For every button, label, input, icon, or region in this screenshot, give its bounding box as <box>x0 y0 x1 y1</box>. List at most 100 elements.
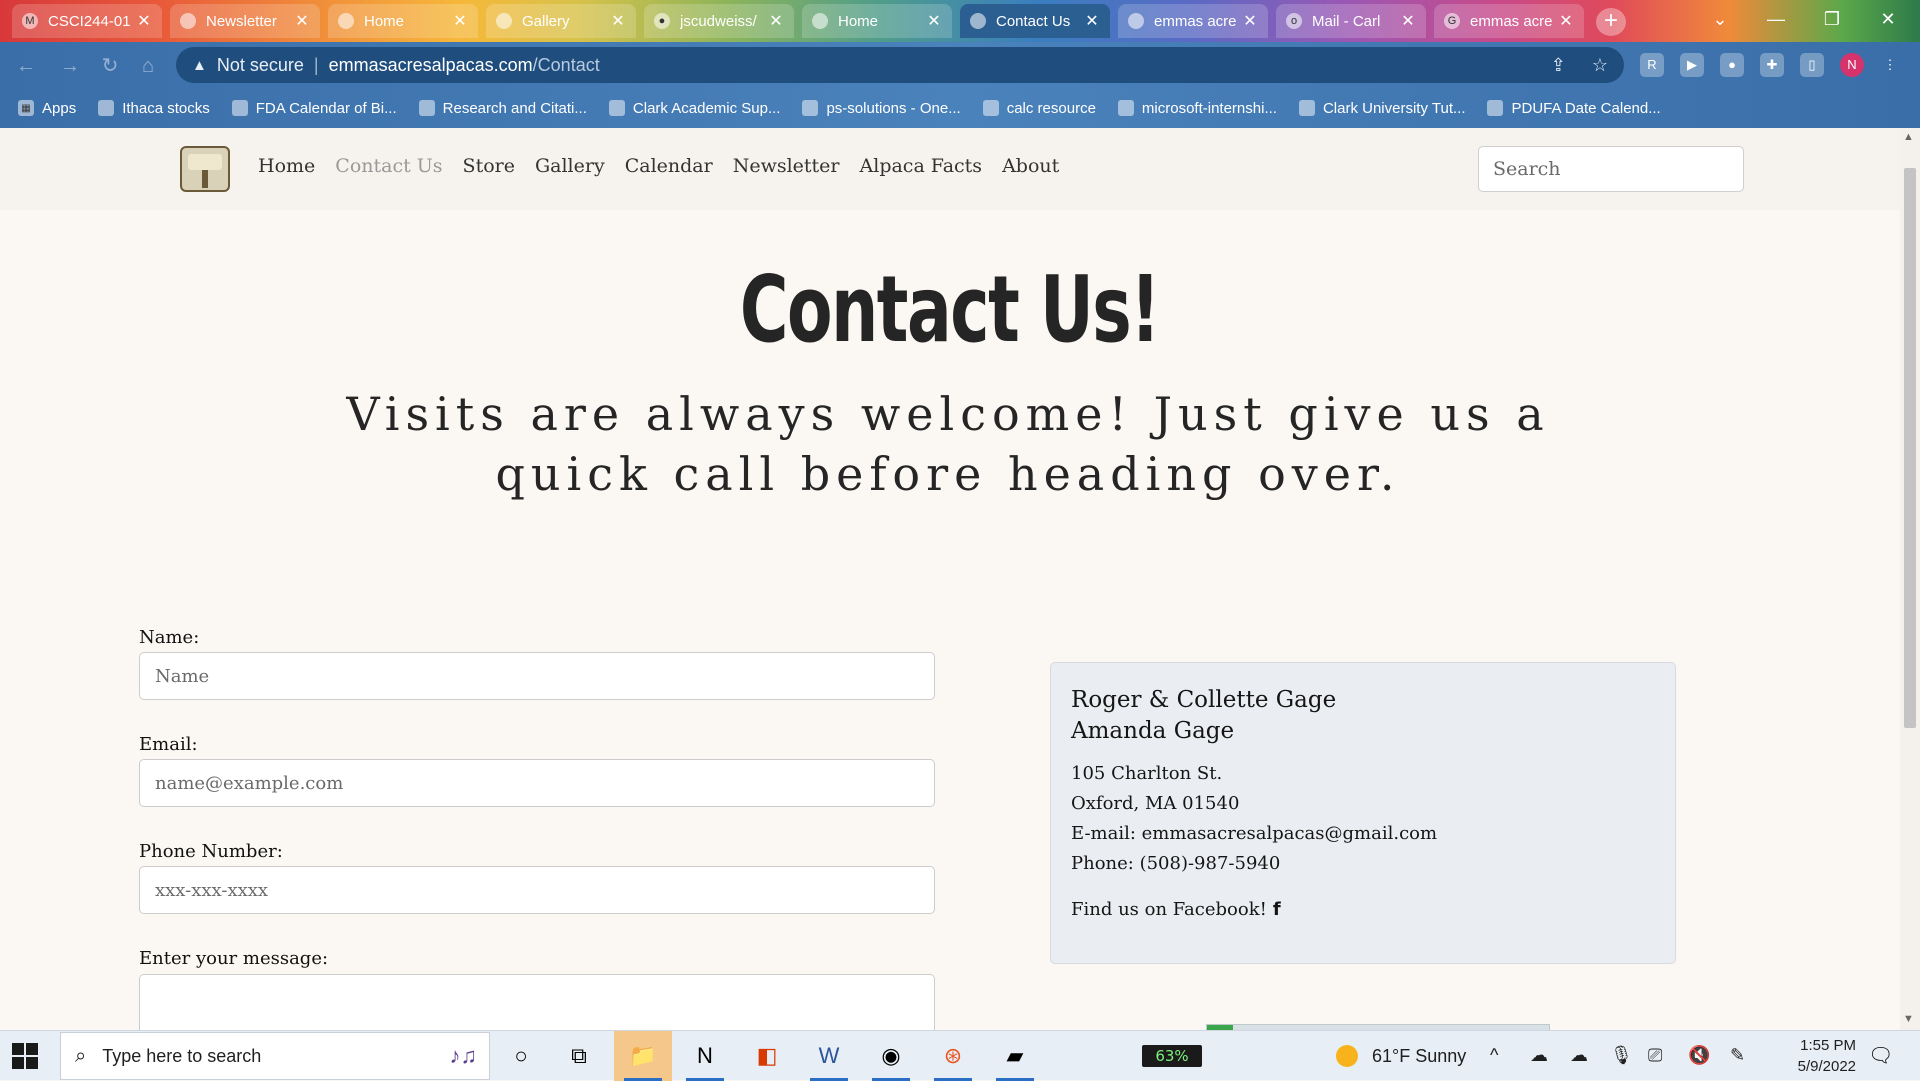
name-field[interactable] <box>139 652 935 700</box>
contact-phone[interactable]: Phone: (508)-987-5940 <box>1071 849 1655 879</box>
facebook-icon[interactable]: f <box>1273 899 1281 920</box>
back-button[interactable]: ← <box>12 52 40 80</box>
bookmark-clark-tutoring[interactable]: Clark University Tut... <box>1298 100 1465 117</box>
more-menu-icon[interactable]: ⋮ <box>1878 53 1902 77</box>
side-panel-icon[interactable]: ▯ <box>1800 53 1824 77</box>
tab-contact-us[interactable]: Contact Us ✕ <box>960 4 1110 38</box>
windows-start-icon[interactable] <box>12 1043 38 1069</box>
display-icon[interactable]: ⎚ <box>1648 1045 1662 1066</box>
extension-icon[interactable]: R <box>1640 53 1664 77</box>
page-scrollbar[interactable]: ▲ ▼ <box>1900 128 1920 1030</box>
bookmark-star-icon[interactable]: ☆ <box>1592 55 1608 76</box>
system-clock[interactable]: 1:55 PM 5/9/2022 <box>1760 1035 1856 1077</box>
nav-home[interactable]: Home <box>258 155 315 177</box>
onedrive-error-icon[interactable]: ☁ <box>1570 1045 1588 1066</box>
tab-gallery[interactable]: Gallery ✕ <box>486 4 636 38</box>
bookmark-fda-calendar[interactable]: FDA Calendar of Bi... <box>231 100 397 117</box>
volume-muted-icon[interactable]: 🔇 <box>1688 1045 1710 1066</box>
nav-calendar[interactable]: Calendar <box>625 155 713 177</box>
cortana-icon[interactable]: ○ <box>492 1031 550 1081</box>
file-explorer-icon[interactable]: 📁 <box>614 1031 672 1081</box>
close-tab-icon[interactable]: ✕ <box>294 11 310 31</box>
contact-details: 105 Charlton St. Oxford, MA 01540 E-mail… <box>1071 759 1655 879</box>
nav-newsletter[interactable]: Newsletter <box>733 155 840 177</box>
bookmark-microsoft-internship[interactable]: microsoft-internshi... <box>1117 100 1277 117</box>
task-view-icon[interactable]: ⧉ <box>550 1031 608 1081</box>
bookmark-calc-resource[interactable]: calc resource <box>982 100 1096 117</box>
pen-icon[interactable]: ✎ <box>1730 1045 1745 1066</box>
phone-field[interactable] <box>139 866 935 914</box>
url-path[interactable]: /Contact <box>533 55 600 76</box>
facebook-link[interactable]: Find us on Facebook! f <box>1071 899 1655 920</box>
tab-emmas-acres[interactable]: emmas acre ✕ <box>1118 4 1268 38</box>
notification-center-icon[interactable]: 🗨 <box>1868 1043 1893 1068</box>
message-field[interactable] <box>139 974 935 1030</box>
clock-date: 5/9/2022 <box>1797 1058 1856 1075</box>
nav-alpaca-facts[interactable]: Alpaca Facts <box>860 155 983 177</box>
profile-avatar[interactable]: N <box>1840 53 1864 77</box>
bookmark-apps[interactable]: ▦ Apps <box>18 100 76 117</box>
tab-newsletter[interactable]: Newsletter ✕ <box>170 4 320 38</box>
tab-mail[interactable]: o Mail - Carl ✕ <box>1276 4 1426 38</box>
forward-button[interactable]: → <box>56 52 84 80</box>
bookmark-ithaca-stocks[interactable]: Ithaca stocks <box>98 100 210 117</box>
taskbar-search-box[interactable]: ⌕ Type here to search ♪♫ <box>60 1032 490 1080</box>
email-field[interactable] <box>139 759 935 807</box>
bookmark-clark-academic[interactable]: Clark Academic Sup... <box>608 100 780 117</box>
tab-home-2[interactable]: Home ✕ <box>802 4 952 38</box>
onenote-icon[interactable]: N <box>676 1031 734 1081</box>
chrome-icon[interactable]: ◉ <box>862 1031 920 1081</box>
close-tab-icon[interactable]: ✕ <box>926 11 942 31</box>
close-tab-icon[interactable]: ✕ <box>1558 11 1574 31</box>
tab-home[interactable]: Home ✕ <box>328 4 478 38</box>
close-tab-icon[interactable]: ✕ <box>1400 11 1416 31</box>
restore-button[interactable]: ❐ <box>1804 0 1860 38</box>
bookmark-ps-solutions[interactable]: ps-solutions - One... <box>802 100 961 117</box>
bookmark-research[interactable]: Research and Citati... <box>418 100 587 117</box>
url-host[interactable]: emmasacresalpacas.com <box>329 55 533 76</box>
tab-google-search[interactable]: Gemmas acre ✕ <box>1434 4 1584 38</box>
new-tab-button[interactable]: + <box>1596 8 1626 36</box>
microphone-icon[interactable]: 🎙 <box>1610 1045 1633 1066</box>
close-tab-icon[interactable]: ✕ <box>610 11 626 31</box>
nav-store[interactable]: Store <box>463 155 515 177</box>
close-tab-icon[interactable]: ✕ <box>1084 11 1100 31</box>
weather-widget[interactable]: 61°F Sunny <box>1336 1045 1466 1067</box>
nav-contact-us[interactable]: Contact Us <box>335 155 442 177</box>
tab-github[interactable]: ● jscudweiss/✕ <box>644 4 794 38</box>
reload-button[interactable]: ↻ <box>96 52 124 80</box>
nav-gallery[interactable]: Gallery <box>535 155 605 177</box>
extension-icon[interactable]: ▶ <box>1680 53 1704 77</box>
minimize-button[interactable]: — <box>1748 0 1804 38</box>
scroll-up-arrow-icon[interactable]: ▲ <box>1903 131 1914 143</box>
close-tab-icon[interactable]: ✕ <box>136 11 152 31</box>
close-tab-icon[interactable]: ✕ <box>452 11 468 31</box>
tray-chevron-icon[interactable]: ^ <box>1490 1045 1498 1066</box>
close-tab-icon[interactable]: ✕ <box>1242 11 1258 31</box>
close-tab-icon[interactable]: ✕ <box>768 11 784 31</box>
scrollbar-thumb[interactable] <box>1904 168 1916 728</box>
close-window-button[interactable]: ✕ <box>1860 0 1916 38</box>
globe-icon <box>496 13 512 29</box>
tab-search-icon[interactable]: ⌄ <box>1692 0 1748 38</box>
security-status[interactable]: Not secure <box>217 55 304 76</box>
office-icon[interactable]: ◧ <box>738 1031 796 1081</box>
address-bar[interactable]: ▲ Not secure | emmasacresalpacas.com/Con… <box>176 47 1624 83</box>
site-logo[interactable] <box>180 146 230 192</box>
cloud-icon[interactable]: ☁ <box>1530 1045 1548 1066</box>
tab-csci244[interactable]: M CSCI244-01 ✕ <box>12 4 162 38</box>
bookmark-pdufa[interactable]: PDUFA Date Calend... <box>1487 100 1661 117</box>
extensions-puzzle-icon[interactable]: ✚ <box>1760 53 1784 77</box>
nav-about[interactable]: About <box>1002 155 1059 177</box>
warning-icon[interactable]: ▲ <box>192 57 207 74</box>
share-icon[interactable]: ⇪ <box>1551 55 1566 76</box>
globe-icon <box>982 100 999 116</box>
ubuntu-icon[interactable]: ⊛ <box>924 1031 982 1081</box>
extension-icon[interactable]: ● <box>1720 53 1744 77</box>
scroll-down-arrow-icon[interactable]: ▼ <box>1903 1013 1914 1025</box>
home-button[interactable]: ⌂ <box>134 52 162 80</box>
site-search-input[interactable] <box>1478 146 1744 192</box>
sticky-notes-icon[interactable]: ▰ <box>986 1031 1044 1081</box>
contact-email[interactable]: E-mail: emmasacresalpacas@gmail.com <box>1071 819 1655 849</box>
word-icon[interactable]: W <box>800 1031 858 1081</box>
